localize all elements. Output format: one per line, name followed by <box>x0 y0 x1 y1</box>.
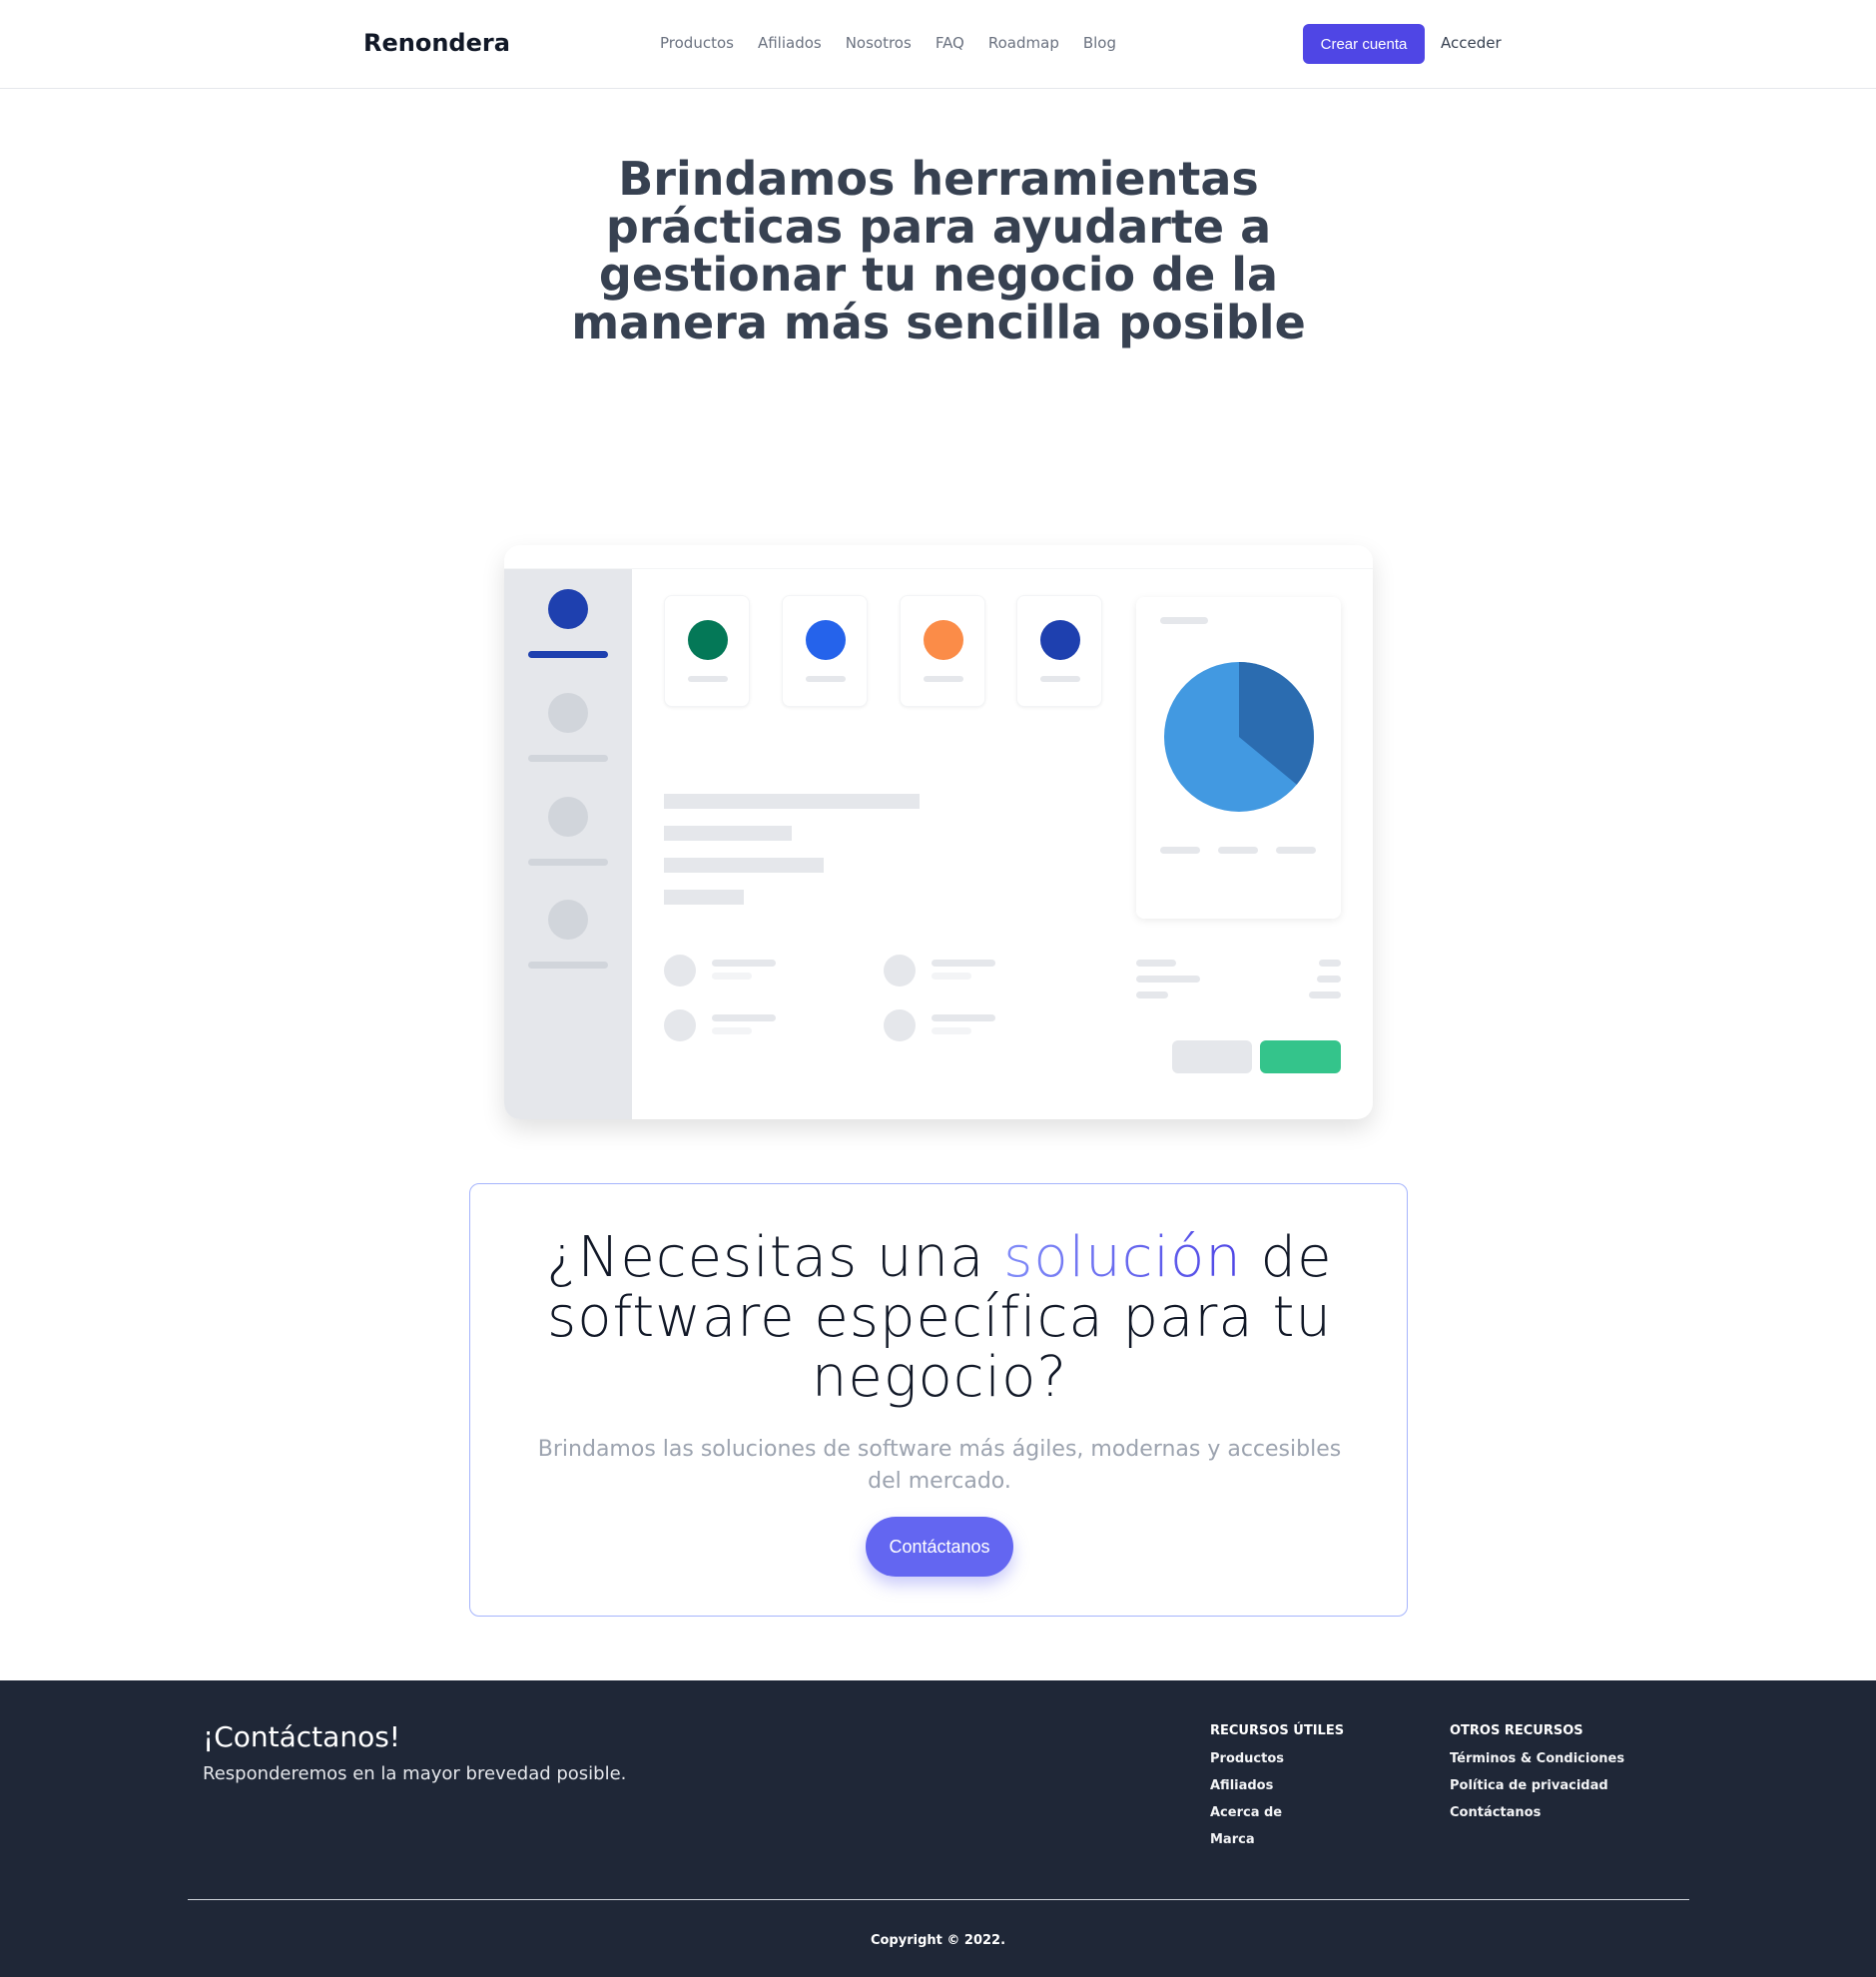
mock-summary-value <box>1319 960 1341 967</box>
footer-copyright: Copyright © 2022. <box>870 1933 1006 1948</box>
footer-link-marca[interactable]: Marca <box>1210 1832 1344 1847</box>
footer-col-recursos-utiles: RECURSOS ÚTILES Productos Afiliados Acer… <box>1210 1723 1344 1859</box>
create-account-button[interactable]: Crear cuenta <box>1303 24 1425 64</box>
footer: ¡Contáctanos! Responderemos en la mayor … <box>0 1680 1876 1977</box>
mock-pie-legend-line <box>1160 847 1200 854</box>
nav-link-afiliados[interactable]: Afiliados <box>758 34 822 52</box>
mock-stat-line <box>806 676 846 682</box>
mock-sidebar-bar-active <box>528 651 608 658</box>
mock-stat-line <box>688 676 728 682</box>
cta-subtitle: Brindamos las soluciones de software más… <box>537 1437 1342 1494</box>
mock-text-bar <box>664 890 744 905</box>
mock-stat-dot <box>688 620 728 660</box>
footer-col-heading: OTROS RECURSOS <box>1450 1723 1583 1738</box>
mock-text-bar <box>664 826 792 841</box>
mock-sidebar-icon <box>548 693 588 733</box>
mock-text-bar <box>664 858 824 873</box>
mock-pie-card <box>1136 597 1341 919</box>
footer-col-otros-recursos: OTROS RECURSOS Términos & Condiciones Po… <box>1450 1723 1624 1832</box>
mock-confirm-button <box>1260 1040 1341 1073</box>
mock-list-line <box>712 1014 776 1021</box>
mock-pie-chart <box>1164 662 1314 812</box>
footer-col-heading: RECURSOS ÚTILES <box>1210 1723 1345 1738</box>
mock-text-bar <box>664 794 920 809</box>
cta-title: ¿Necesitas una solución de software espe… <box>470 1228 1409 1408</box>
mock-list-line <box>932 1014 995 1021</box>
cta-box: ¿Necesitas una solución de software espe… <box>469 1183 1408 1617</box>
mock-list-line <box>932 1027 971 1034</box>
nav-link-nosotros[interactable]: Nosotros <box>846 34 912 52</box>
footer-link-privacidad[interactable]: Política de privacidad <box>1450 1778 1624 1793</box>
mock-sidebar-icon-active <box>548 589 588 629</box>
contact-button[interactable]: Contáctanos <box>866 1517 1013 1577</box>
mock-summary-line <box>1136 991 1168 998</box>
mock-list-line <box>932 973 971 980</box>
top-navbar: Renondera Productos Afiliados Nosotros F… <box>0 0 1876 89</box>
footer-link-acerca-de[interactable]: Acerca de <box>1210 1805 1344 1820</box>
footer-link-productos[interactable]: Productos <box>1210 1751 1344 1766</box>
main-nav: Productos Afiliados Nosotros FAQ Roadmap… <box>660 34 1140 52</box>
mock-list-line <box>712 1027 752 1034</box>
mock-topbar <box>504 545 1373 569</box>
footer-link-contactanos[interactable]: Contáctanos <box>1450 1805 1624 1820</box>
footer-link-afiliados[interactable]: Afiliados <box>1210 1778 1344 1793</box>
mock-pie-title-line <box>1160 617 1208 624</box>
cta-title-before: ¿Necesitas una <box>546 1225 1004 1290</box>
mock-stat-card <box>782 595 868 707</box>
mock-list-avatar <box>664 1009 696 1041</box>
login-link[interactable]: Acceder <box>1441 34 1502 52</box>
footer-title: ¡Contáctanos! <box>203 1720 401 1753</box>
nav-link-blog[interactable]: Blog <box>1083 34 1116 52</box>
mock-sidebar <box>504 569 632 1119</box>
mock-pie-legend-line <box>1276 847 1316 854</box>
mock-stat-line <box>924 676 963 682</box>
mock-stat-card <box>1016 595 1102 707</box>
mock-stat-dot <box>806 620 846 660</box>
nav-link-productos[interactable]: Productos <box>660 34 734 52</box>
nav-link-faq[interactable]: FAQ <box>936 34 964 52</box>
mock-stat-dot <box>924 620 963 660</box>
mock-stat-line <box>1040 676 1080 682</box>
mock-summary-value <box>1317 976 1341 983</box>
mock-summary-line <box>1136 960 1176 967</box>
mock-sidebar-bar <box>528 962 608 969</box>
mock-list-line <box>712 960 776 967</box>
mock-list-avatar <box>884 955 916 987</box>
mock-list-line <box>712 973 752 980</box>
cta-title-accent: solución <box>1003 1225 1242 1290</box>
mock-summary-value <box>1309 991 1341 998</box>
mock-list-avatar <box>664 955 696 987</box>
mock-list-line <box>932 960 995 967</box>
footer-subtitle: Responderemos en la mayor brevedad posib… <box>203 1763 627 1784</box>
hero-title: Brindamos herramientas prácticas para ay… <box>571 152 1306 349</box>
mock-cancel-button <box>1172 1040 1252 1073</box>
mock-stat-dot <box>1040 620 1080 660</box>
mock-stat-card <box>900 595 985 707</box>
mock-pie-legend-line <box>1218 847 1258 854</box>
brand-logo[interactable]: Renondera <box>363 29 510 57</box>
dashboard-illustration <box>504 545 1373 1119</box>
mock-sidebar-bar <box>528 755 608 762</box>
mock-sidebar-bar <box>528 859 608 866</box>
nav-link-roadmap[interactable]: Roadmap <box>988 34 1059 52</box>
mock-stat-card <box>664 595 750 707</box>
mock-list-avatar <box>884 1009 916 1041</box>
footer-divider <box>188 1899 1689 1900</box>
mock-sidebar-icon <box>548 797 588 837</box>
mock-summary-line <box>1136 976 1200 983</box>
mock-sidebar-icon <box>548 900 588 940</box>
footer-link-terminos[interactable]: Términos & Condiciones <box>1450 1751 1624 1766</box>
